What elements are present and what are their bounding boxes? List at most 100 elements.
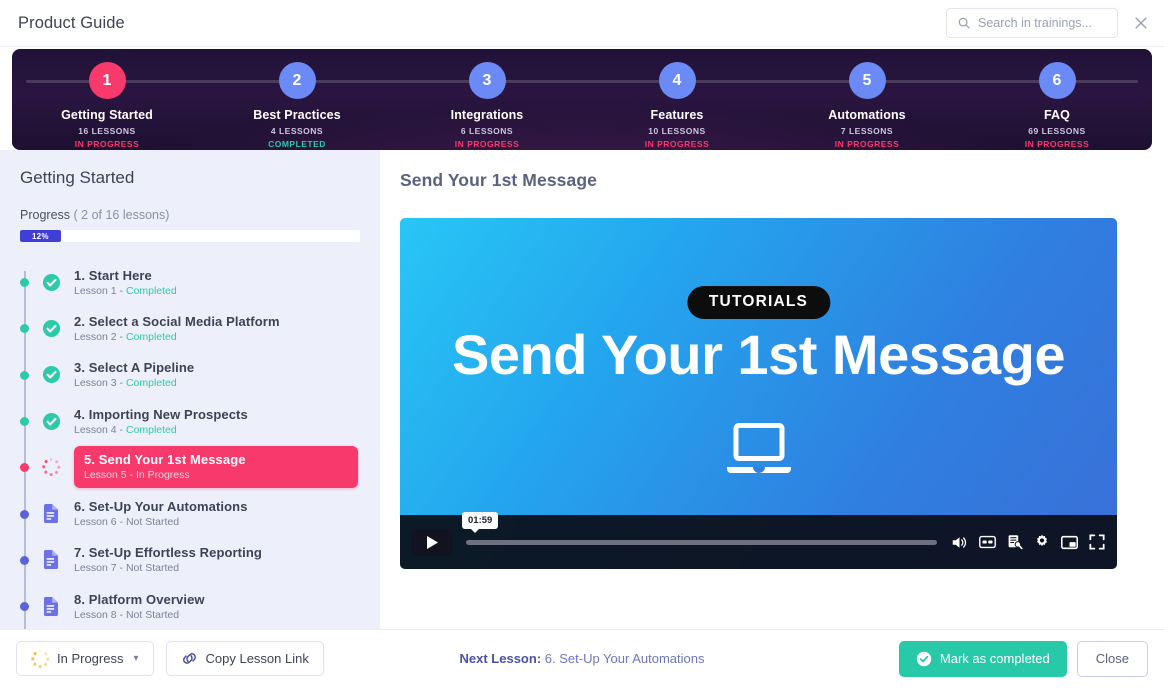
lesson-item-text: 7. Set-Up Effortless Reporting Lesson 7 -… <box>74 545 262 574</box>
lesson-list-item[interactable]: 2. Select a Social Media Platform Lesson … <box>0 305 380 351</box>
close-button-label: Close <box>1095 651 1129 666</box>
stepper-step-number: 1 <box>102 71 112 89</box>
lesson-item-title: 7. Set-Up Effortless Reporting <box>74 545 262 561</box>
lesson-item-status: Completed <box>125 284 177 297</box>
lesson-list-item[interactable]: 8. Platform Overview Lesson 8 - Not Start… <box>0 583 380 629</box>
stepper-step-status: IN PROGRESS <box>454 139 520 149</box>
search-icon <box>957 16 971 30</box>
lesson-item-number: Lesson 2 - <box>74 330 126 343</box>
spinner-dots-icon <box>30 649 49 668</box>
stepper-step-status: IN PROGRESS <box>644 139 710 149</box>
stepper-step-circle: 5 <box>848 62 886 99</box>
closed-captions-icon[interactable] <box>979 535 996 549</box>
lesson-item-subtitle: Lesson 6 - Not Started <box>74 516 248 528</box>
lesson-item-status: Completed <box>125 330 177 343</box>
volume-icon[interactable] <box>951 535 968 550</box>
check-circle-icon <box>41 365 61 385</box>
stepper-step-2[interactable]: 2 Best Practices 4 LESSONS COMPLETED <box>202 49 392 150</box>
fullscreen-icon[interactable] <box>1089 534 1105 550</box>
lesson-item-status: Not Started <box>125 562 180 575</box>
stepper-step-4[interactable]: 4 Features 10 LESSONS IN PROGRESS <box>582 49 772 150</box>
stepper-step-lessons: 6 LESSONS <box>460 126 514 136</box>
lesson-item-text: 6. Set-Up Your Automations Lesson 6 - Not… <box>74 499 248 528</box>
lesson-list-item[interactable]: 7. Set-Up Effortless Reporting Lesson 7 -… <box>0 537 380 583</box>
app-header: Product Guide <box>0 0 1164 47</box>
lesson-item-status: Not Started <box>125 608 180 621</box>
lesson-item-text: 1. Start Here Lesson 1 - Completed <box>74 268 177 297</box>
lesson-item-title: 3. Select A Pipeline <box>74 360 195 376</box>
spinner-dots-icon <box>41 458 60 477</box>
copy-lesson-link-label: Copy Lesson Link <box>205 651 309 666</box>
link-icon <box>181 651 198 666</box>
progress-label-bold: Progress <box>20 208 71 222</box>
lesson-item-number: Lesson 1 - <box>74 284 126 297</box>
next-lesson-value: 6. Set-Up Your Automations <box>541 651 705 666</box>
chevron-down-icon: ▾ <box>133 653 139 664</box>
lesson-item-text: 3. Select A Pipeline Lesson 3 - Completed <box>74 360 194 389</box>
video-player[interactable]: TUTORIALS Send Your 1st Message 01:59 <box>400 218 1117 569</box>
transcript-search-icon[interactable] <box>1007 534 1023 550</box>
lesson-list-item[interactable]: 5. Send Your 1st Message Lesson 5 - In Pr… <box>0 444 380 490</box>
lesson-status-dropdown[interactable]: In Progress ▾ <box>16 641 154 676</box>
stepper-step-lessons: 7 LESSONS <box>840 126 894 136</box>
mark-as-completed-label: Mark as completed <box>939 651 1050 666</box>
lesson-item-number: Lesson 5 - <box>84 469 136 482</box>
mark-as-completed-button[interactable]: Mark as completed <box>898 640 1067 677</box>
lesson-item-status: Completed <box>125 377 177 390</box>
lesson-timeline-dot <box>20 370 29 380</box>
sidebar-title: Getting Started <box>20 168 135 187</box>
close-button[interactable]: Close <box>1076 640 1148 677</box>
stepper-step-3[interactable]: 3 Integrations 6 LESSONS IN PROGRESS <box>392 49 582 150</box>
stepper-step-circle: 1 <box>88 62 126 99</box>
close-icon[interactable] <box>1132 14 1150 32</box>
video-scrubber[interactable]: 01:59 <box>462 511 937 545</box>
stepper-step-name: Automations <box>828 108 906 122</box>
check-circle-icon <box>41 272 61 292</box>
lesson-item-text: 5. Send Your 1st Message Lesson 5 - In Pr… <box>74 446 358 489</box>
course-stepper: 1 Getting Started 16 LESSONS IN PROGRESS 2 Be… <box>12 49 1152 150</box>
lesson-item-subtitle: Lesson 4 - Completed <box>74 424 248 436</box>
stepper-step-number: 6 <box>1052 71 1062 89</box>
lesson-item-title: 8. Platform Overview <box>74 591 205 607</box>
lesson-item-number: Lesson 8 - <box>74 608 126 621</box>
lesson-timeline-dot <box>20 278 29 288</box>
search-input[interactable] <box>978 16 1107 30</box>
footer-actions: Mark as completed Close <box>898 640 1148 677</box>
lesson-list-item[interactable]: 1. Start Here Lesson 1 - Completed <box>0 259 380 305</box>
lesson-item-number: Lesson 3 - <box>74 377 126 390</box>
video-title-overlay: Send Your 1st Message <box>452 323 1066 386</box>
lesson-item-subtitle: Lesson 3 - Completed <box>74 377 194 389</box>
lesson-list-item[interactable]: 6. Set-Up Your Automations Lesson 6 - Not… <box>0 490 380 536</box>
search-box[interactable] <box>946 8 1118 38</box>
header-actions <box>946 8 1150 38</box>
lesson-heading: Send Your 1st Message <box>400 170 597 190</box>
lesson-item-text: 2. Select a Social Media Platform Lesson … <box>74 314 280 343</box>
lesson-list-item[interactable]: 4. Importing New Prospects Lesson 4 - Com… <box>0 398 380 444</box>
lesson-list-item[interactable]: 3. Select A Pipeline Lesson 3 - Completed <box>0 352 380 398</box>
laptop-icon <box>726 423 792 480</box>
lesson-status-label: In Progress <box>57 651 124 666</box>
lesson-item-number: Lesson 4 - <box>74 423 126 436</box>
stepper-step-lessons: 4 LESSONS <box>270 126 324 136</box>
stepper-step-5[interactable]: 5 Automations 7 LESSONS IN PROGRESS <box>772 49 962 150</box>
progress-label: Progress ( 2 of 16 lessons) <box>0 208 380 222</box>
stepper-step-1[interactable]: 1 Getting Started 16 LESSONS IN PROGRESS <box>12 49 202 150</box>
picture-in-picture-icon[interactable] <box>1061 535 1078 550</box>
lesson-item-title: 6. Set-Up Your Automations <box>74 499 248 515</box>
stepper-step-status: COMPLETED <box>268 139 326 149</box>
settings-gear-icon[interactable] <box>1034 534 1050 550</box>
copy-lesson-link-button[interactable]: Copy Lesson Link <box>165 641 324 676</box>
lesson-timeline-dot <box>20 602 29 612</box>
lesson-item-subtitle: Lesson 2 - Completed <box>74 331 280 343</box>
lesson-item-title: 2. Select a Social Media Platform <box>74 313 280 329</box>
document-icon <box>41 550 61 570</box>
lesson-timeline-dot <box>20 509 29 519</box>
lesson-list: 1. Start Here Lesson 1 - Completed 2. Sele… <box>0 259 380 629</box>
stepper-step-6[interactable]: 6 FAQ 69 LESSONS IN PROGRESS <box>962 49 1152 150</box>
next-lesson[interactable]: Next Lesson: 6. Set-Up Your Automations <box>460 651 705 666</box>
video-badge: TUTORIALS <box>686 286 831 319</box>
stepper-step-lessons: 16 LESSONS <box>78 126 136 136</box>
stepper-step-circle: 6 <box>1038 62 1076 99</box>
play-icon[interactable] <box>412 528 452 556</box>
progress-bar: 12% <box>20 230 360 242</box>
